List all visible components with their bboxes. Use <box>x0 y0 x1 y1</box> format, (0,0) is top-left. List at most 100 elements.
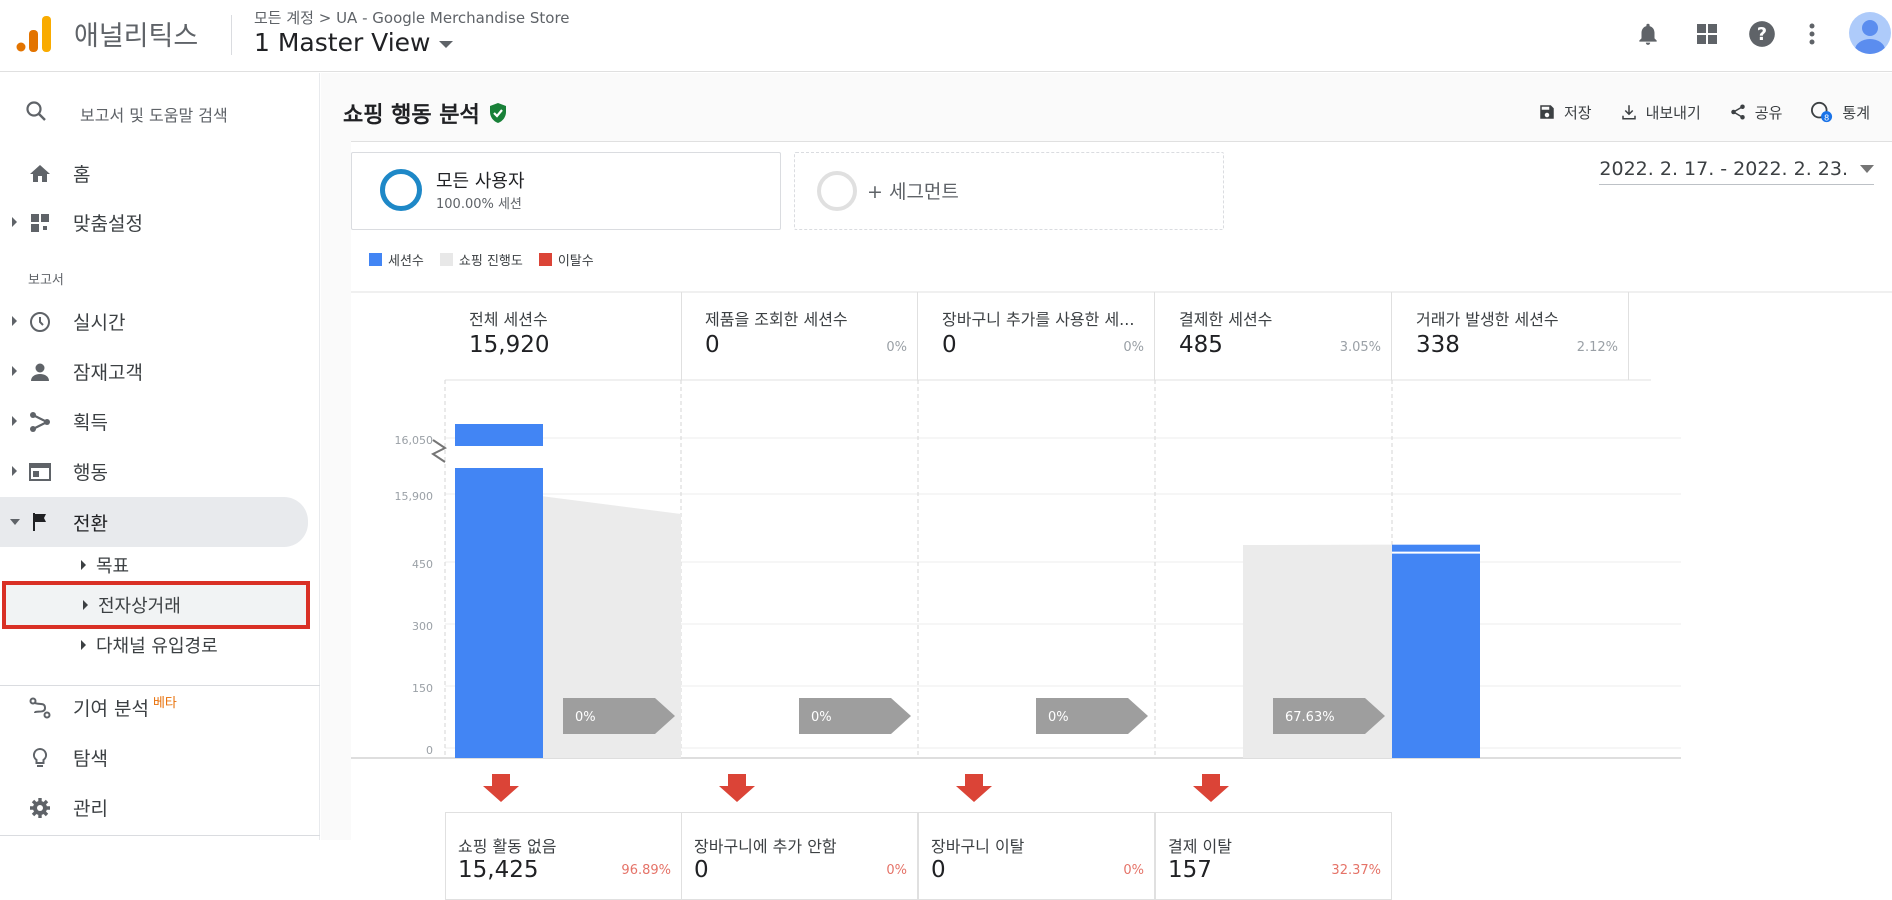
export-label: 내보내기 <box>1645 103 1701 122</box>
abandon-label: 쇼핑 활동 없음 <box>458 837 557 856</box>
notifications-icon[interactable] <box>1630 16 1666 52</box>
web-window-icon <box>29 463 51 481</box>
brand-name[interactable]: 애널리틱스 <box>74 14 198 53</box>
axis-break-icon <box>431 439 447 463</box>
funnel-bar <box>1392 544 1480 758</box>
expand-arrow-icon <box>12 316 17 326</box>
sidebar-item-conversions[interactable]: 전환 <box>0 497 308 547</box>
abandon-label: 장바구니 이탈 <box>931 837 1025 856</box>
sidebar-item-behavior[interactable]: 행동 <box>0 448 320 494</box>
abandon-percent: 0% <box>1123 863 1144 878</box>
attribution-label: 기여 분석 <box>73 697 149 720</box>
search-input[interactable]: 보고서 및 도움말 검색 <box>80 102 228 126</box>
y-tick-label: 16,050 <box>395 434 434 447</box>
download-icon <box>1621 105 1636 120</box>
abandonment-box: 장바구니 이탈 0 0% <box>918 812 1155 900</box>
chevron-down-icon <box>438 40 453 48</box>
account-breadcrumb[interactable]: 모든 계정 > UA - Google Merchandise Store <box>254 7 570 28</box>
apps-icon[interactable] <box>1689 16 1725 52</box>
shopping-funnel-chart: 16,050 15,900 450 300 150 0 0% 0% 0% 67.63% <box>351 291 1892 802</box>
sidebar-item-discover[interactable]: 탐색 <box>0 734 320 780</box>
abandon-value: 0 <box>931 857 946 883</box>
conversion-badge-label: 0% <box>1048 710 1069 725</box>
lightbulb-icon <box>32 747 48 767</box>
stage-percent: 3.05% <box>1339 340 1381 355</box>
abandon-arrow-icon <box>1193 774 1229 802</box>
sidebar-bottom-divider <box>0 835 320 836</box>
insights-button[interactable]: 8 통계 <box>1810 101 1870 123</box>
abandonment-box: 장바구니에 추가 안함 0 0% <box>681 812 918 900</box>
share-button[interactable]: 공유 <box>1729 101 1782 123</box>
stage-label: 거래가 발생한 세션수 <box>1416 310 1559 329</box>
sidebar-item-goals[interactable]: 목표 <box>0 547 320 583</box>
stage-label: 전체 세션수 <box>469 310 548 329</box>
acquisition-icon <box>30 412 50 432</box>
funnel-stage-header: 결제한 세션수 485 3.05% <box>1155 292 1392 380</box>
report-actions: 저장 내보내기 공유 8 통계 <box>1538 101 1870 123</box>
conversion-badge-label: 0% <box>575 710 596 725</box>
flag-icon <box>33 513 46 531</box>
verified-shield-icon <box>489 103 506 123</box>
home-icon <box>30 165 50 182</box>
funnel-stage-header: 전체 세션수 15,920 <box>445 292 682 380</box>
y-tick-label: 150 <box>412 682 433 695</box>
stage-value: 338 <box>1416 332 1460 358</box>
report-search[interactable]: 보고서 및 도움말 검색 <box>0 91 320 131</box>
insights-badge: 8 <box>1824 112 1829 122</box>
abandon-value: 157 <box>1168 857 1212 883</box>
funnel-stage-header: 장바구니 추가를 사용한 세... 0 0% <box>918 292 1155 380</box>
save-button[interactable]: 저장 <box>1538 101 1592 123</box>
y-tick-label: 0 <box>426 744 433 757</box>
sidebar-item-label: 획득 <box>73 411 108 434</box>
expand-arrow-icon <box>81 640 86 650</box>
sidebar-item-label: 다채널 유입경로 <box>96 636 218 657</box>
funnel-stage-header: 거래가 발생한 세션수 338 2.12% <box>1392 292 1629 380</box>
sidebar-item-acquisition[interactable]: 획득 <box>0 398 320 444</box>
abandon-label: 결제 이탈 <box>1168 837 1232 856</box>
stage-percent: 0% <box>886 340 907 355</box>
stage-label: 장바구니 추가를 사용한 세... <box>942 310 1135 329</box>
sidebar-item-admin[interactable]: 관리 <box>0 784 320 830</box>
abandon-percent: 96.89% <box>621 863 671 878</box>
help-icon[interactable]: ? <box>1744 16 1780 52</box>
stage-value: 0 <box>942 332 957 358</box>
header-divider <box>231 15 232 55</box>
search-icon <box>26 101 46 121</box>
sidebar-item-realtime[interactable]: 실시간 <box>0 298 320 344</box>
sidebar-item-label: 관리 <box>73 797 108 820</box>
page-title-text: 쇼핑 행동 분석 <box>343 103 480 128</box>
sidebar-item-ecommerce[interactable]: 전자상거래 <box>2 581 310 629</box>
save-icon <box>1540 105 1554 119</box>
view-selector[interactable]: 1 Master View <box>254 28 453 57</box>
abandonment-box: 결제 이탈 157 32.37% <box>1155 812 1392 900</box>
sidebar: 보고서 및 도움말 검색 홈 맞춤설정 보고서 실시간 잠재고객 획득 행동 전… <box>0 73 320 840</box>
analytics-logo-icon[interactable] <box>16 14 52 54</box>
sidebar-item-label: 목표 <box>96 556 130 577</box>
clock-icon <box>30 312 50 332</box>
expand-arrow-icon <box>81 560 86 570</box>
sidebar-item-customization[interactable]: 맞춤설정 <box>0 199 320 245</box>
export-button[interactable]: 내보내기 <box>1620 101 1701 123</box>
abandon-arrow-icon <box>956 774 992 802</box>
funnel-stage-header: 제품을 조회한 세션수 0 0% <box>681 292 918 380</box>
abandon-label: 장바구니에 추가 안함 <box>694 837 837 856</box>
sidebar-item-label: 실시간 <box>73 311 126 334</box>
sidebar-item-multichannel[interactable]: 다채널 유입경로 <box>0 627 320 663</box>
sidebar-item-label: 행동 <box>73 461 108 484</box>
account-icon[interactable] <box>1849 12 1891 54</box>
insights-label: 통계 <box>1842 103 1870 122</box>
stage-value: 485 <box>1179 332 1223 358</box>
person-icon <box>31 363 49 381</box>
sidebar-item-label: 전환 <box>73 512 108 535</box>
sidebar-item-label: 탐색 <box>73 747 108 770</box>
conversion-badge-label: 0% <box>811 710 832 725</box>
funnel-bar-upper <box>455 424 543 446</box>
abandon-percent: 32.37% <box>1331 863 1381 878</box>
expand-arrow-icon <box>12 416 17 426</box>
sidebar-item-attribution[interactable]: 기여 분석 베타 <box>0 684 320 730</box>
sidebar-item-audience[interactable]: 잠재고객 <box>0 348 320 394</box>
sidebar-item-home[interactable]: 홈 <box>0 150 320 196</box>
abandon-arrow-icon <box>719 774 755 802</box>
more-vert-icon[interactable] <box>1794 16 1830 52</box>
reports-section-label: 보고서 <box>28 273 64 288</box>
